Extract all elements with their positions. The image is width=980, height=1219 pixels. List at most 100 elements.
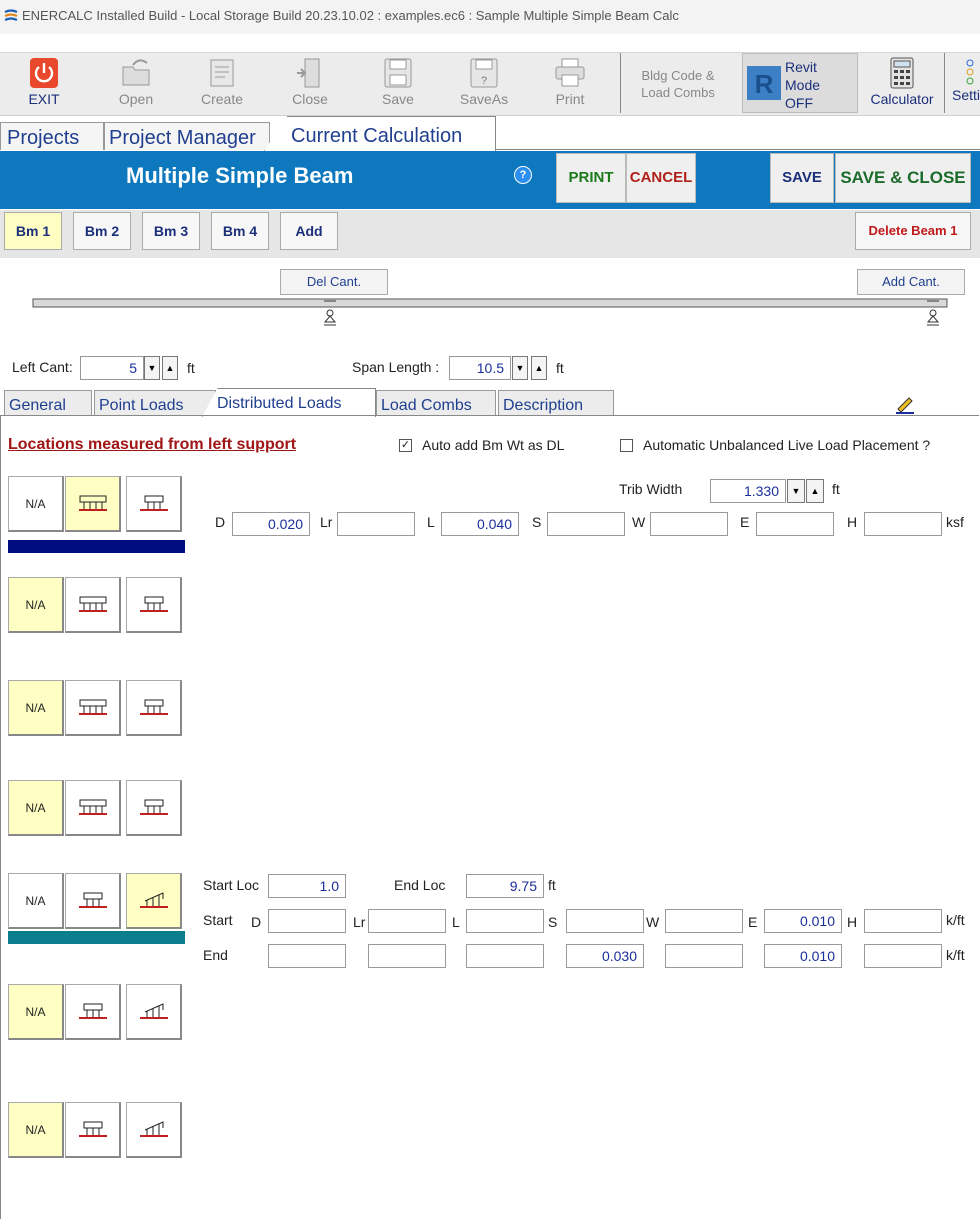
close-button[interactable]: Close <box>280 53 340 113</box>
calculator-button[interactable]: Calculator <box>864 53 940 113</box>
uniform-label-d: D <box>215 514 226 530</box>
trap-start-s-input[interactable] <box>566 909 644 933</box>
create-document-icon <box>210 59 234 87</box>
exit-label: EXIT <box>28 91 60 107</box>
partial-uniform-load-tile[interactable] <box>126 780 182 836</box>
saveas-button[interactable]: ? SaveAs <box>454 53 514 113</box>
uniform-load-tile[interactable] <box>65 577 121 633</box>
span-down-button[interactable]: ▼ <box>512 356 528 380</box>
tab-description[interactable]: Description <box>498 390 614 416</box>
uniform-lr-input[interactable] <box>337 512 415 536</box>
beam-tab-1[interactable]: Bm 1 <box>4 212 62 250</box>
trib-down-button[interactable]: ▼ <box>787 479 805 503</box>
uniform-load-tile[interactable] <box>65 780 121 836</box>
na-tile[interactable]: N/A <box>8 577 64 633</box>
na-tile[interactable]: N/A <box>8 780 64 836</box>
na-tile[interactable]: N/A <box>8 680 64 736</box>
end-loc-input[interactable]: 9.75 <box>466 874 544 898</box>
uniform-load-tile[interactable] <box>65 476 121 532</box>
tab-current-calculation[interactable]: Current Calculation <box>264 116 496 151</box>
create-label: Create <box>200 91 244 107</box>
cancel-button[interactable]: CANCEL <box>626 153 696 203</box>
uniform-s-input[interactable] <box>547 512 625 536</box>
open-button[interactable]: Open <box>106 53 166 113</box>
print-toolbar-button[interactable]: Print <box>540 53 600 113</box>
beam-tab-4[interactable]: Bm 4 <box>211 212 269 250</box>
revit-mode-button[interactable]: R Revit Mode OFF <box>742 53 858 113</box>
uniform-e-input[interactable] <box>756 512 834 536</box>
span-up-button[interactable]: ▲ <box>531 356 547 380</box>
beam-tab-2[interactable]: Bm 2 <box>73 212 131 250</box>
edit-pencil-icon[interactable] <box>894 394 916 414</box>
left-cant-input[interactable]: 5 <box>80 356 144 380</box>
span-length-input[interactable]: 10.5 <box>449 356 511 380</box>
left-cant-label: Left Cant: <box>12 359 73 375</box>
partial-uniform-load-tile[interactable] <box>126 476 182 532</box>
trap-start-h-input[interactable] <box>864 909 942 933</box>
uniform-load-tile[interactable] <box>65 680 121 736</box>
partial-uniform-load-tile[interactable] <box>65 873 121 929</box>
calculator-icon <box>890 57 914 89</box>
uniform-h-input[interactable] <box>864 512 942 536</box>
trap-start-l-input[interactable] <box>466 909 544 933</box>
trib-width-input[interactable]: 1.330 <box>710 479 786 503</box>
na-tile[interactable]: N/A <box>8 476 64 532</box>
add-cant-button[interactable]: Add Cant. <box>857 269 965 295</box>
tab-point-loads[interactable]: Point Loads <box>94 390 216 416</box>
partial-uniform-load-icon <box>78 892 107 908</box>
add-beam-button[interactable]: Add <box>280 212 338 250</box>
trib-up-button[interactable]: ▲ <box>806 479 824 503</box>
beam-tab-3[interactable]: Bm 3 <box>142 212 200 250</box>
trap-start-d-input[interactable] <box>268 909 346 933</box>
uniform-w-input[interactable] <box>650 512 728 536</box>
trap-start-lr-input[interactable] <box>368 909 446 933</box>
open-label: Open <box>118 91 154 107</box>
settings-button[interactable]: Setti <box>952 53 980 113</box>
uniform-load-icon <box>78 495 107 511</box>
partial-uniform-load-tile[interactable] <box>126 577 182 633</box>
trapezoidal-load-tile[interactable] <box>126 1102 182 1158</box>
uniform-l-input[interactable]: 0.040 <box>441 512 519 536</box>
trapezoidal-load-tile[interactable] <box>126 873 182 929</box>
start-loc-input[interactable]: 1.0 <box>268 874 346 898</box>
print-button[interactable]: PRINT <box>556 153 626 203</box>
trap-end-e-input[interactable]: 0.010 <box>764 944 842 968</box>
partial-uniform-load-tile[interactable] <box>126 680 182 736</box>
uniform-load-icon <box>78 596 107 612</box>
na-tile[interactable]: N/A <box>8 1102 64 1158</box>
svg-text:?: ? <box>481 75 487 87</box>
tab-load-combs[interactable]: Load Combs <box>376 390 496 416</box>
save-button[interactable]: SAVE <box>770 153 834 203</box>
trap-start-e-input[interactable]: 0.010 <box>764 909 842 933</box>
save-toolbar-button[interactable]: Save <box>368 53 428 113</box>
exit-button[interactable]: EXIT <box>14 53 74 113</box>
create-button[interactable]: Create <box>192 53 252 113</box>
del-cant-button[interactable]: Del Cant. <box>280 269 388 295</box>
trap-end-lr-input[interactable] <box>368 944 446 968</box>
trap-end-d-input[interactable] <box>268 944 346 968</box>
trib-width-label: Trib Width <box>619 481 683 497</box>
tab-projects[interactable]: Projects <box>0 122 104 150</box>
unbalanced-checkbox[interactable] <box>620 439 633 452</box>
left-cant-up-button[interactable]: ▲ <box>162 356 178 380</box>
trap-end-s-input[interactable]: 0.030 <box>566 944 644 968</box>
tab-general[interactable]: General <box>4 390 92 416</box>
trap-end-h-input[interactable] <box>864 944 942 968</box>
save-close-button[interactable]: SAVE & CLOSE <box>835 153 971 203</box>
partial-uniform-load-tile[interactable] <box>65 984 121 1040</box>
partial-uniform-load-tile[interactable] <box>65 1102 121 1158</box>
trap-end-w-input[interactable] <box>665 944 743 968</box>
trap-start-w-input[interactable] <box>665 909 743 933</box>
trapezoidal-load-tile[interactable] <box>126 984 182 1040</box>
auto-bm-wt-checkbox[interactable]: ✓ <box>399 439 412 452</box>
left-cant-down-button[interactable]: ▼ <box>144 356 160 380</box>
trap-end-l-input[interactable] <box>466 944 544 968</box>
trap-end-unit: k/ft <box>946 947 965 963</box>
na-tile[interactable]: N/A <box>8 873 64 929</box>
na-tile[interactable]: N/A <box>8 984 64 1040</box>
uniform-d-input[interactable]: 0.020 <box>232 512 310 536</box>
delete-beam-button[interactable]: Delete Beam 1 <box>855 212 971 250</box>
tab-distributed-loads[interactable]: Distributed Loads <box>202 388 376 417</box>
help-icon[interactable]: ? <box>514 166 532 184</box>
tab-project-manager[interactable]: Project Manager <box>104 122 270 150</box>
